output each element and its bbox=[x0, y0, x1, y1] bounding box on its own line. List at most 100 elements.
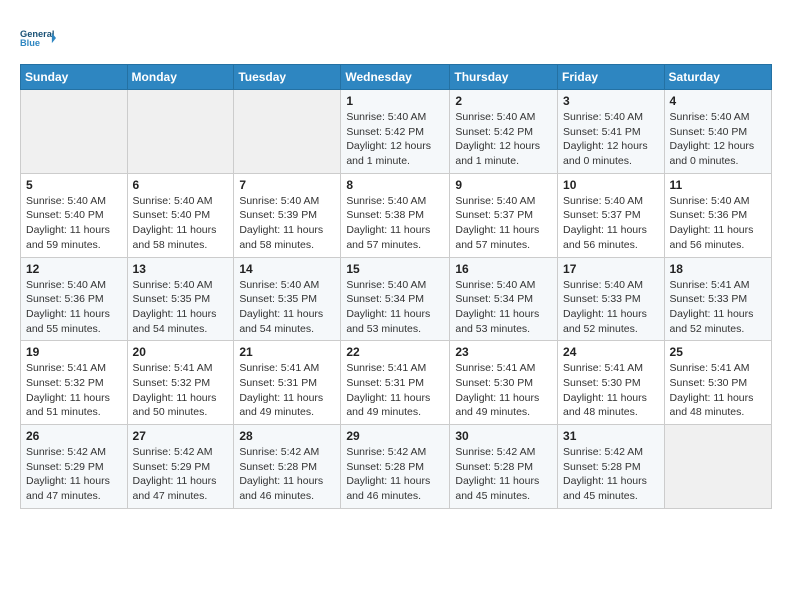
week-row-3: 12Sunrise: 5:40 AMSunset: 5:36 PMDayligh… bbox=[21, 257, 772, 341]
day-info: Sunrise: 5:40 AMSunset: 5:35 PMDaylight:… bbox=[133, 278, 229, 337]
day-cell: 26Sunrise: 5:42 AMSunset: 5:29 PMDayligh… bbox=[21, 425, 128, 509]
day-cell: 2 Sunrise: 5:40 AMSunset: 5:42 PMDaylight… bbox=[450, 90, 558, 174]
logo-svg: General Blue bbox=[20, 20, 56, 56]
day-number: 26 bbox=[26, 429, 122, 443]
svg-text:General: General bbox=[20, 29, 54, 39]
day-cell: 31 Sunrise: 5:42 AMSunset: 5:28 PMDayligh… bbox=[558, 425, 665, 509]
day-cell: 25 Sunrise: 5:41 AMSunset: 5:30 PMDayligh… bbox=[664, 341, 771, 425]
day-number: 21 bbox=[239, 345, 335, 359]
day-number: 22 bbox=[346, 345, 444, 359]
day-number: 20 bbox=[133, 345, 229, 359]
day-cell: 29 Sunrise: 5:42 AMSunset: 5:28 PMDayligh… bbox=[341, 425, 450, 509]
day-number: 5 bbox=[26, 178, 122, 192]
weekday-header-thursday: Thursday bbox=[450, 65, 558, 90]
weekday-header-row: SundayMondayTuesdayWednesdayThursdayFrid… bbox=[21, 65, 772, 90]
day-cell bbox=[21, 90, 128, 174]
day-number: 6 bbox=[133, 178, 229, 192]
day-cell: 15 Sunrise: 5:40 AMSunset: 5:34 PMDayligh… bbox=[341, 257, 450, 341]
day-info: Sunrise: 5:41 AMSunset: 5:31 PMDaylight:… bbox=[346, 361, 444, 420]
weekday-header-monday: Monday bbox=[127, 65, 234, 90]
day-number: 9 bbox=[455, 178, 552, 192]
day-cell: 18Sunrise: 5:41 AMSunset: 5:33 PMDayligh… bbox=[664, 257, 771, 341]
day-number: 31 bbox=[563, 429, 659, 443]
day-number: 25 bbox=[670, 345, 766, 359]
day-info: Sunrise: 5:40 AMSunset: 5:38 PMDaylight:… bbox=[346, 194, 444, 253]
day-info: Sunrise: 5:42 AMSunset: 5:28 PMDaylight:… bbox=[239, 445, 335, 504]
day-info: Sunrise: 5:41 AMSunset: 5:33 PMDaylight:… bbox=[670, 278, 766, 337]
day-cell: 4 Sunrise: 5:40 AMSunset: 5:40 PMDaylight… bbox=[664, 90, 771, 174]
day-info: Sunrise: 5:42 AMSunset: 5:28 PMDaylight:… bbox=[346, 445, 444, 504]
week-row-1: 1 Sunrise: 5:40 AMSunset: 5:42 PMDaylight… bbox=[21, 90, 772, 174]
day-number: 28 bbox=[239, 429, 335, 443]
day-cell: 1 Sunrise: 5:40 AMSunset: 5:42 PMDaylight… bbox=[341, 90, 450, 174]
day-info: Sunrise: 5:42 AMSunset: 5:29 PMDaylight:… bbox=[133, 445, 229, 504]
week-row-5: 26 Sunrise: 5:42 AMSunset: 5:29 PMDayligh… bbox=[21, 425, 772, 509]
day-info: Sunrise: 5:40 AMSunset: 5:42 PMDaylight:… bbox=[455, 110, 552, 169]
day-number: 10 bbox=[563, 178, 659, 192]
day-cell bbox=[664, 425, 771, 509]
day-info: Sunrise: 5:40 AMSunset: 5:40 PMDaylight:… bbox=[670, 110, 766, 169]
day-info: Sunrise: 5:41 AMSunset: 5:32 PMDaylight:… bbox=[26, 361, 122, 420]
day-cell: 7Sunrise: 5:40 AMSunset: 5:39 PMDaylight… bbox=[234, 173, 341, 257]
day-info: Sunrise: 5:40 AMSunset: 5:40 PMDaylight:… bbox=[133, 194, 229, 253]
day-cell: 5 Sunrise: 5:40 AMSunset: 5:40 PMDaylight… bbox=[21, 173, 128, 257]
day-cell: 8Sunrise: 5:40 AMSunset: 5:38 PMDaylight… bbox=[341, 173, 450, 257]
day-number: 1 bbox=[346, 94, 444, 108]
day-info: Sunrise: 5:40 AMSunset: 5:37 PMDaylight:… bbox=[455, 194, 552, 253]
week-row-4: 19 Sunrise: 5:41 AMSunset: 5:32 PMDayligh… bbox=[21, 341, 772, 425]
day-number: 13 bbox=[133, 262, 229, 276]
day-cell: 12Sunrise: 5:40 AMSunset: 5:36 PMDayligh… bbox=[21, 257, 128, 341]
svg-text:Blue: Blue bbox=[20, 38, 40, 48]
header: General Blue bbox=[20, 16, 772, 56]
day-number: 12 bbox=[26, 262, 122, 276]
day-number: 23 bbox=[455, 345, 552, 359]
day-info: Sunrise: 5:41 AMSunset: 5:30 PMDaylight:… bbox=[455, 361, 552, 420]
day-cell: 11 Sunrise: 5:40 AMSunset: 5:36 PMDayligh… bbox=[664, 173, 771, 257]
day-number: 4 bbox=[670, 94, 766, 108]
day-info: Sunrise: 5:40 AMSunset: 5:36 PMDaylight:… bbox=[670, 194, 766, 253]
day-cell: 24 Sunrise: 5:41 AMSunset: 5:30 PMDayligh… bbox=[558, 341, 665, 425]
day-info: Sunrise: 5:40 AMSunset: 5:34 PMDaylight:… bbox=[346, 278, 444, 337]
day-cell: 27 Sunrise: 5:42 AMSunset: 5:29 PMDayligh… bbox=[127, 425, 234, 509]
day-info: Sunrise: 5:40 AMSunset: 5:40 PMDaylight:… bbox=[26, 194, 122, 253]
day-number: 15 bbox=[346, 262, 444, 276]
day-cell: 10Sunrise: 5:40 AMSunset: 5:37 PMDayligh… bbox=[558, 173, 665, 257]
day-cell: 14Sunrise: 5:40 AMSunset: 5:35 PMDayligh… bbox=[234, 257, 341, 341]
day-info: Sunrise: 5:41 AMSunset: 5:30 PMDaylight:… bbox=[670, 361, 766, 420]
day-cell: 6 Sunrise: 5:40 AMSunset: 5:40 PMDaylight… bbox=[127, 173, 234, 257]
day-info: Sunrise: 5:40 AMSunset: 5:42 PMDaylight:… bbox=[346, 110, 444, 169]
day-number: 17 bbox=[563, 262, 659, 276]
week-row-2: 5 Sunrise: 5:40 AMSunset: 5:40 PMDaylight… bbox=[21, 173, 772, 257]
day-info: Sunrise: 5:40 AMSunset: 5:34 PMDaylight:… bbox=[455, 278, 552, 337]
day-info: Sunrise: 5:41 AMSunset: 5:30 PMDaylight:… bbox=[563, 361, 659, 420]
day-number: 19 bbox=[26, 345, 122, 359]
day-cell bbox=[234, 90, 341, 174]
day-info: Sunrise: 5:41 AMSunset: 5:31 PMDaylight:… bbox=[239, 361, 335, 420]
day-cell: 3 Sunrise: 5:40 AMSunset: 5:41 PMDaylight… bbox=[558, 90, 665, 174]
day-number: 27 bbox=[133, 429, 229, 443]
logo: General Blue bbox=[20, 20, 56, 56]
weekday-header-friday: Friday bbox=[558, 65, 665, 90]
calendar-table: SundayMondayTuesdayWednesdayThursdayFrid… bbox=[20, 64, 772, 509]
day-number: 11 bbox=[670, 178, 766, 192]
day-cell: 20 Sunrise: 5:41 AMSunset: 5:32 PMDayligh… bbox=[127, 341, 234, 425]
day-number: 7 bbox=[239, 178, 335, 192]
day-info: Sunrise: 5:41 AMSunset: 5:32 PMDaylight:… bbox=[133, 361, 229, 420]
day-number: 14 bbox=[239, 262, 335, 276]
day-cell: 16Sunrise: 5:40 AMSunset: 5:34 PMDayligh… bbox=[450, 257, 558, 341]
day-cell bbox=[127, 90, 234, 174]
weekday-header-saturday: Saturday bbox=[664, 65, 771, 90]
day-info: Sunrise: 5:42 AMSunset: 5:28 PMDaylight:… bbox=[563, 445, 659, 504]
day-number: 24 bbox=[563, 345, 659, 359]
day-cell: 17 Sunrise: 5:40 AMSunset: 5:33 PMDayligh… bbox=[558, 257, 665, 341]
day-info: Sunrise: 5:40 AMSunset: 5:41 PMDaylight:… bbox=[563, 110, 659, 169]
day-number: 2 bbox=[455, 94, 552, 108]
day-number: 3 bbox=[563, 94, 659, 108]
day-cell: 9 Sunrise: 5:40 AMSunset: 5:37 PMDaylight… bbox=[450, 173, 558, 257]
day-info: Sunrise: 5:40 AMSunset: 5:33 PMDaylight:… bbox=[563, 278, 659, 337]
weekday-header-tuesday: Tuesday bbox=[234, 65, 341, 90]
page: General Blue SundayMondayTuesdayWednesda… bbox=[0, 0, 792, 612]
day-number: 29 bbox=[346, 429, 444, 443]
day-cell: 30Sunrise: 5:42 AMSunset: 5:28 PMDayligh… bbox=[450, 425, 558, 509]
day-cell: 22 Sunrise: 5:41 AMSunset: 5:31 PMDayligh… bbox=[341, 341, 450, 425]
